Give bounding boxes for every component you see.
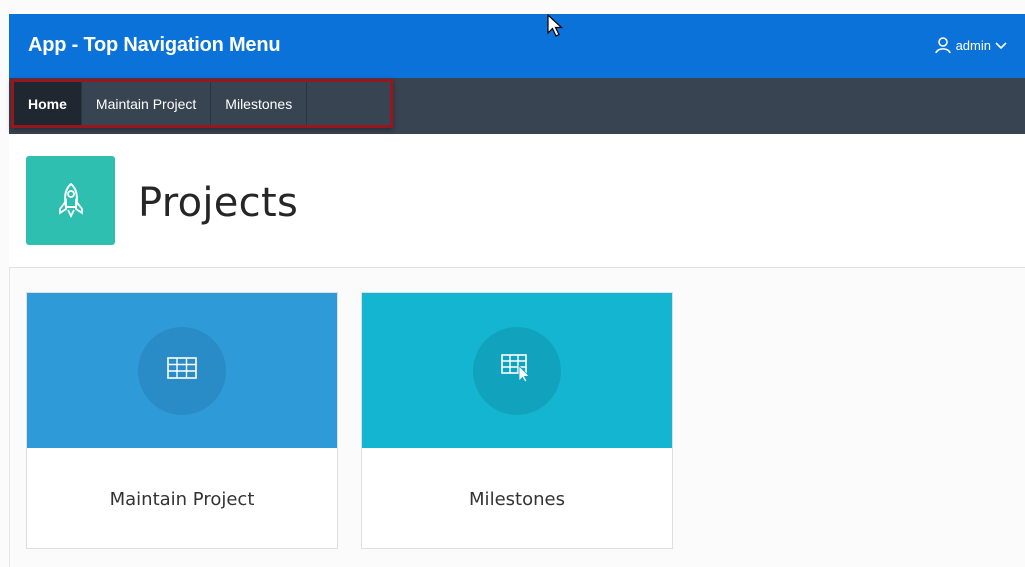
card-icon-circle	[473, 326, 561, 415]
content-divider	[9, 268, 10, 567]
card-maintain-project[interactable]: Maintain Project	[26, 292, 338, 549]
app-header: App - Top Navigation Menu admin	[9, 14, 1025, 78]
app-title[interactable]: App - Top Navigation Menu	[28, 34, 281, 57]
user-name: admin	[955, 37, 991, 53]
mouse-cursor-icon	[547, 13, 564, 43]
card-icon-circle	[138, 326, 226, 415]
card-header	[27, 293, 337, 448]
top-navigation-menu: Home Maintain Project Milestones	[9, 78, 1025, 134]
nav-item-maintain-project[interactable]: Maintain Project	[82, 82, 212, 125]
chevron-down-icon	[995, 40, 1007, 50]
nav-item-milestones[interactable]: Milestones	[211, 82, 308, 125]
card-label: Maintain Project	[109, 489, 255, 510]
card-milestones[interactable]: Milestones	[361, 292, 673, 549]
card-label: Milestones	[469, 489, 565, 510]
table-icon	[167, 357, 197, 384]
nav-item-home[interactable]: Home	[14, 82, 82, 125]
user-menu[interactable]: admin	[934, 36, 1007, 54]
table-pointer-icon	[501, 354, 533, 387]
card-header	[362, 293, 672, 448]
page-header: Projects	[9, 134, 1025, 268]
user-icon	[934, 36, 952, 54]
rocket-icon	[26, 156, 115, 245]
page-title: Projects	[138, 180, 299, 226]
